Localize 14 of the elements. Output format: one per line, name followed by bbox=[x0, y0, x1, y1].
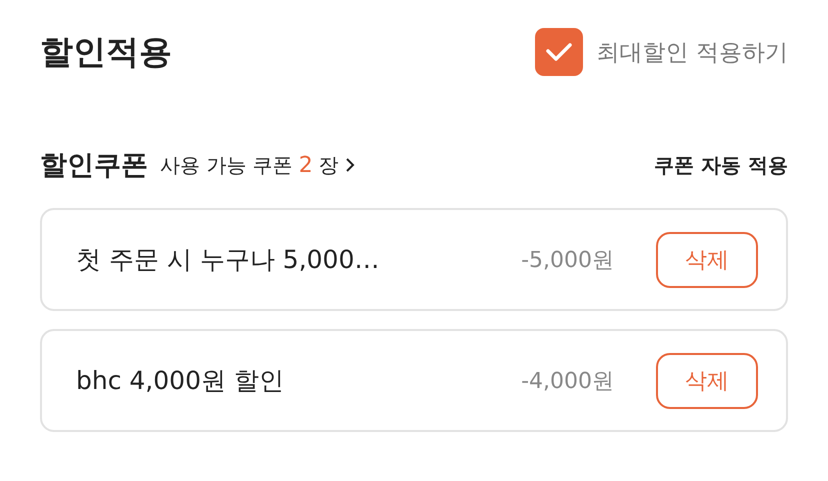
coupon-unit: 장 bbox=[318, 152, 339, 178]
checkmark-icon bbox=[544, 42, 573, 62]
available-coupons-label[interactable]: 사용 가능 쿠폰 bbox=[160, 152, 293, 178]
coupon-count: 2 bbox=[298, 152, 313, 178]
section-title: 할인적용 bbox=[40, 30, 172, 72]
coupon-name: 첫 주문 시 누구나 5,000… bbox=[76, 244, 380, 276]
coupon-name: bhc 4,000원 할인 bbox=[76, 365, 285, 397]
checkbox-label: 최대할인 적용하기 bbox=[596, 38, 788, 68]
checkbox[interactable] bbox=[534, 28, 583, 76]
discount-amount: -4,000원 bbox=[521, 368, 614, 396]
chevron-right-icon bbox=[344, 157, 355, 173]
auto-apply-link[interactable]: 쿠폰 자동 적용 bbox=[654, 152, 788, 178]
section-title: 할인쿠폰 bbox=[40, 149, 148, 183]
discount-amount: -5,000원 bbox=[521, 246, 614, 274]
